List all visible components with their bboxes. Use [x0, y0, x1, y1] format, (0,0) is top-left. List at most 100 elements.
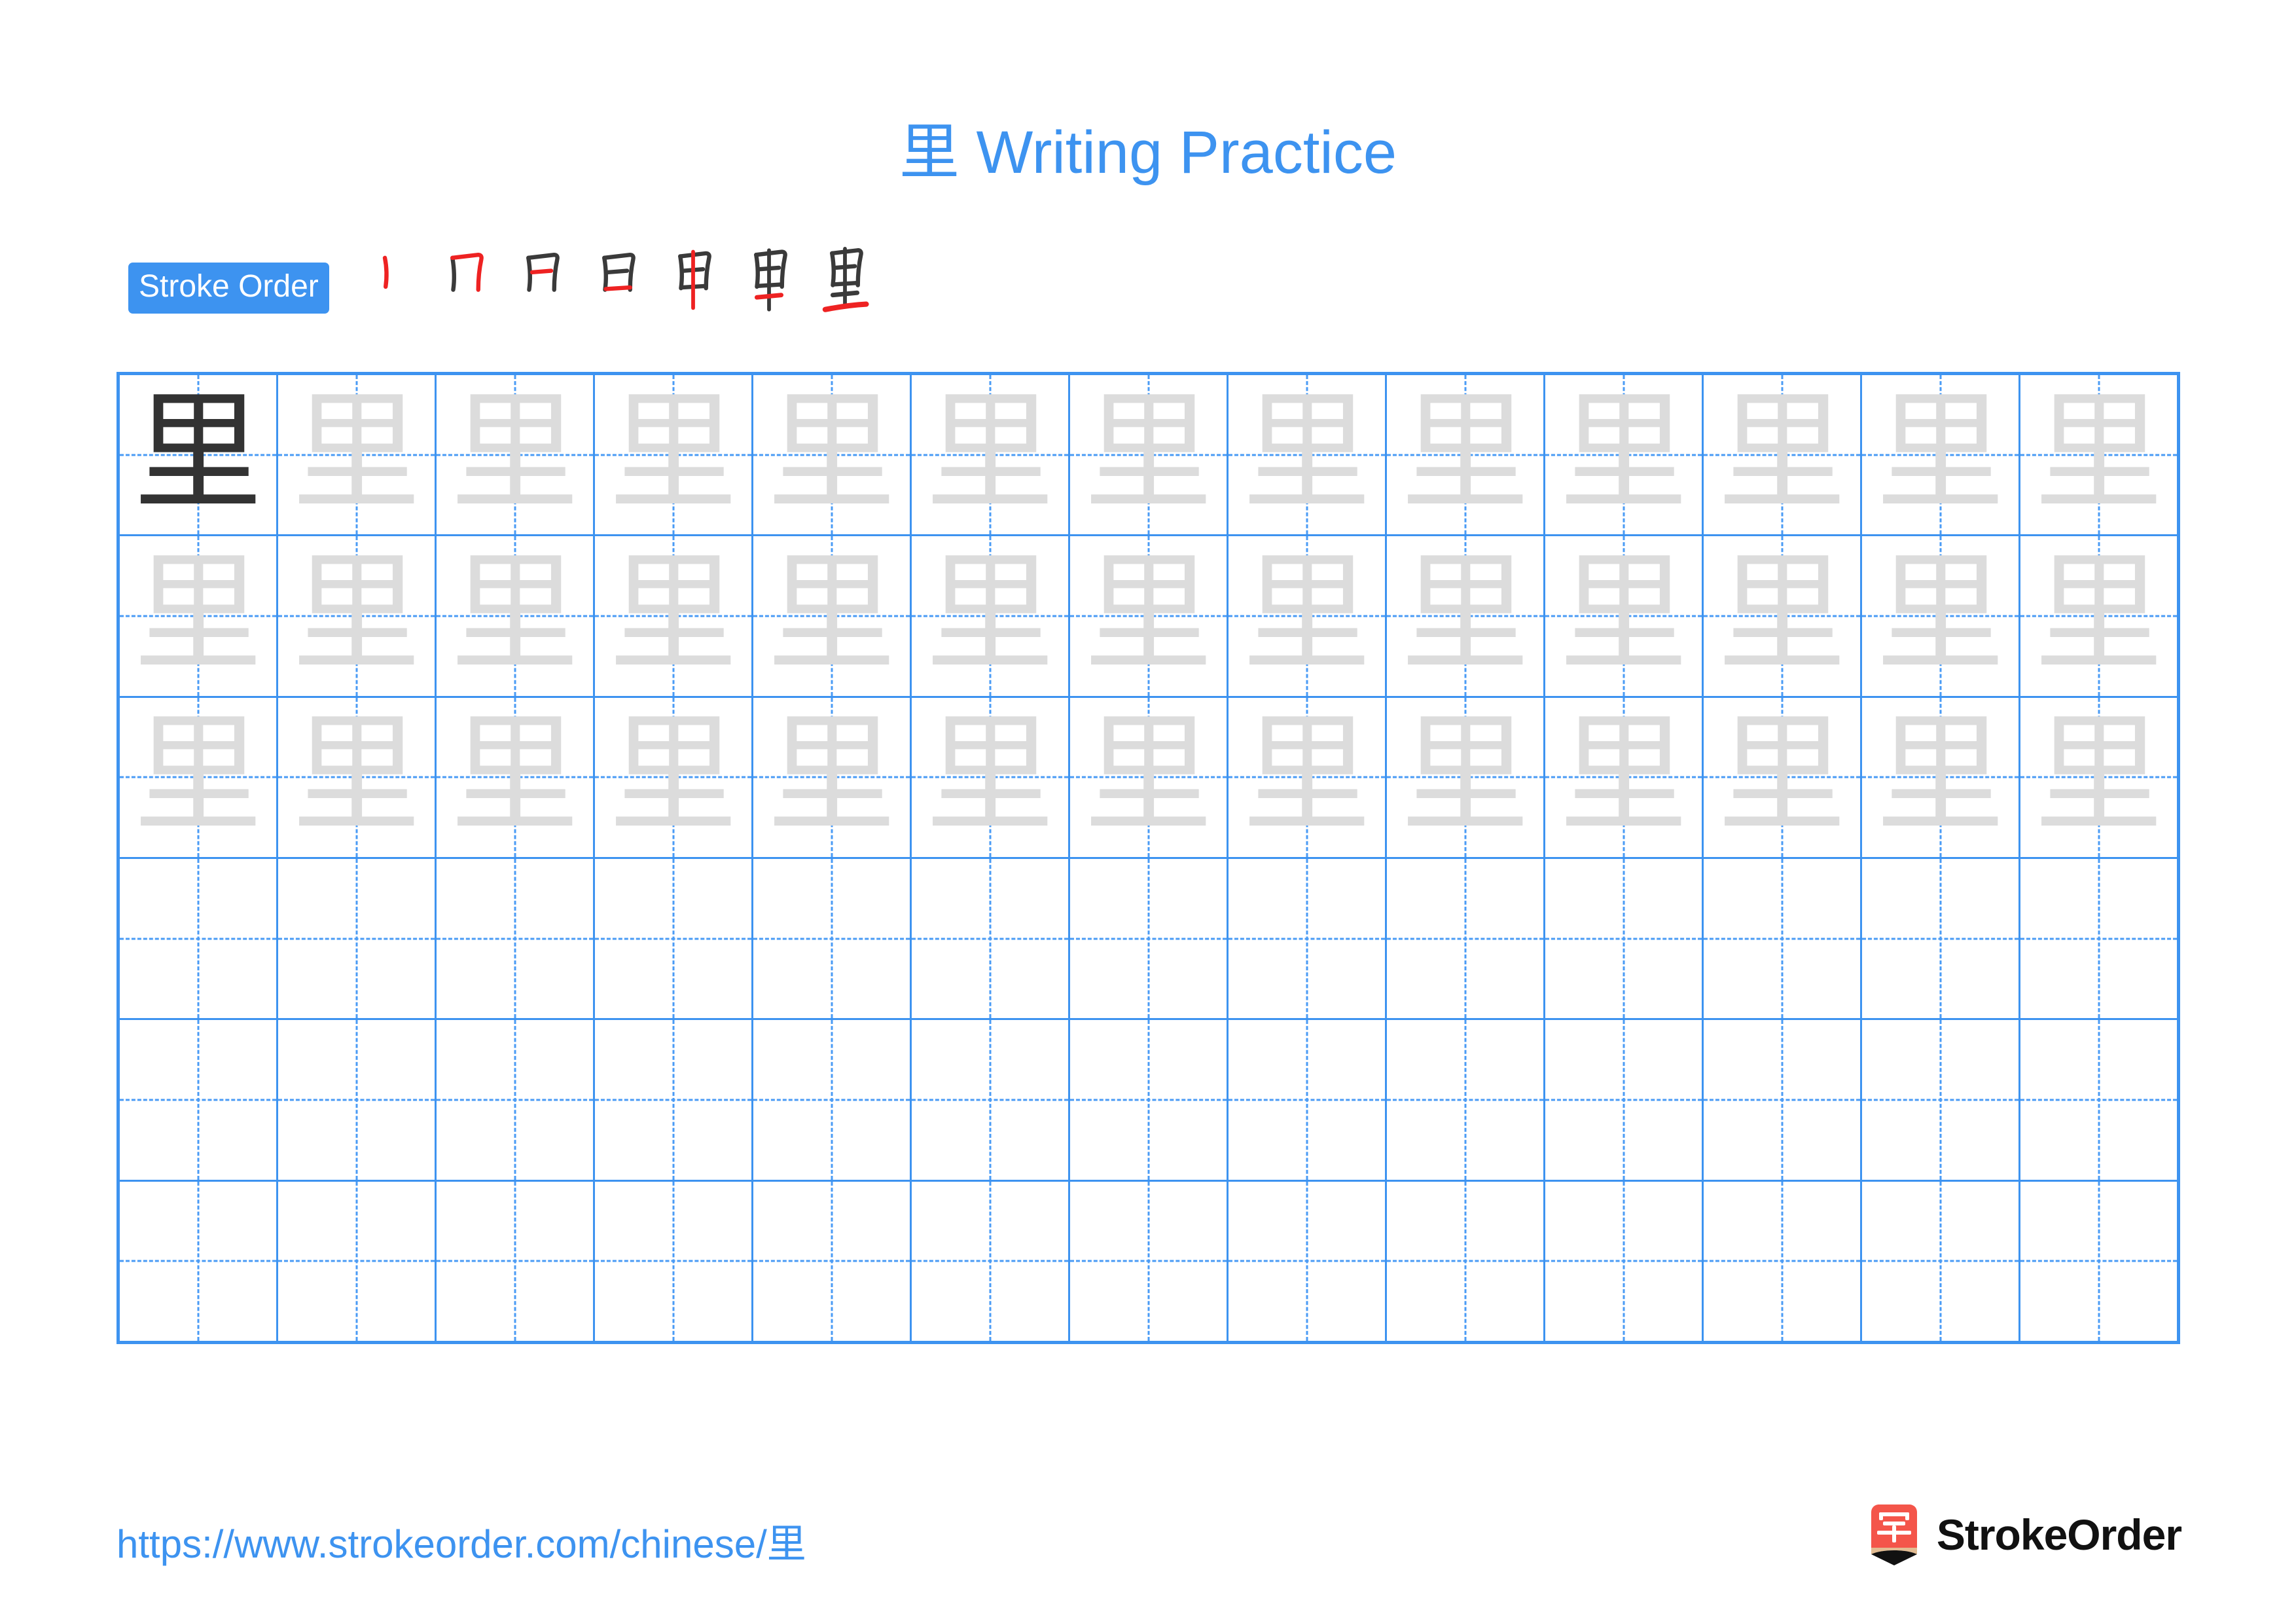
practice-cell[interactable]: 里: [753, 1181, 912, 1341]
practice-cell[interactable]: 里: [278, 1181, 437, 1341]
practice-cell[interactable]: 里: [437, 858, 595, 1019]
practice-cell[interactable]: 里: [2020, 859, 2177, 1018]
practice-cell[interactable]: 里: [1387, 536, 1545, 696]
practice-cell[interactable]: 里: [2020, 1182, 2177, 1341]
practice-cell[interactable]: 里: [1229, 375, 1387, 535]
empty-cell: 里: [753, 1020, 910, 1179]
practice-cell[interactable]: 里: [595, 375, 753, 535]
practice-cell[interactable]: 里: [753, 697, 912, 857]
practice-cell[interactable]: 里: [1387, 375, 1545, 535]
practice-cell[interactable]: 里: [278, 1020, 437, 1180]
practice-cell[interactable]: 里: [1387, 1020, 1545, 1180]
practice-cell[interactable]: 里: [1862, 1020, 2020, 1180]
trace-character: 里: [134, 539, 262, 689]
practice-cell[interactable]: 里: [1070, 375, 1229, 535]
practice-cell[interactable]: 里: [1229, 536, 1387, 696]
practice-cell[interactable]: 里: [120, 536, 278, 696]
practice-cell[interactable]: 里: [437, 697, 595, 857]
empty-cell: 里: [1545, 859, 1702, 1018]
practice-cell[interactable]: 里: [912, 536, 1070, 696]
practice-cell[interactable]: 里: [1070, 1181, 1229, 1341]
practice-cell[interactable]: 里: [753, 858, 912, 1019]
practice-cell[interactable]: 里: [912, 375, 1070, 535]
practice-cell[interactable]: 里: [1545, 697, 1704, 857]
practice-cell[interactable]: 里: [1704, 858, 1862, 1019]
practice-cell[interactable]: 里: [595, 536, 753, 696]
stroke-step-1: [351, 240, 427, 316]
practice-cell[interactable]: 里: [437, 1181, 595, 1341]
practice-cell[interactable]: 里: [1070, 858, 1229, 1019]
practice-cell[interactable]: 里: [1545, 536, 1704, 696]
practice-grid-row: 里里里里里里里里里里里里里: [120, 1020, 2177, 1182]
stroke-order-badge: Stroke Order: [128, 263, 329, 314]
practice-cell[interactable]: 里: [437, 536, 595, 696]
practice-cell[interactable]: 里: [120, 1020, 278, 1180]
model-character: 里: [134, 378, 262, 528]
practice-cell[interactable]: 里: [1387, 697, 1545, 857]
practice-cell[interactable]: 里: [2020, 1020, 2177, 1179]
practice-cell[interactable]: 里: [595, 697, 753, 857]
practice-cell[interactable]: 里: [2020, 698, 2177, 857]
source-url-link[interactable]: https://www.strokeorder.com/chinese/里: [117, 1512, 806, 1569]
practice-cell[interactable]: 里: [1704, 697, 1862, 857]
practice-cell[interactable]: 里: [1862, 375, 2020, 535]
practice-cell[interactable]: 里: [1704, 536, 1862, 696]
practice-cell[interactable]: 里: [1229, 858, 1387, 1019]
practice-cell[interactable]: 里: [912, 1020, 1070, 1180]
practice-cell[interactable]: 里: [1862, 858, 2020, 1019]
practice-cell[interactable]: 里: [1545, 375, 1704, 535]
strokeorder-pencil-icon: [1866, 1503, 1922, 1566]
practice-cell[interactable]: 里: [1545, 858, 1704, 1019]
practice-cell[interactable]: 里: [278, 536, 437, 696]
practice-cell[interactable]: 里: [1862, 536, 2020, 696]
practice-cell[interactable]: 里: [1545, 1020, 1704, 1180]
practice-cell[interactable]: 里: [1862, 697, 2020, 857]
practice-cell[interactable]: 里: [2020, 375, 2177, 534]
practice-cell[interactable]: 里: [2020, 536, 2177, 695]
practice-cell[interactable]: 里: [120, 375, 278, 535]
practice-cell[interactable]: 里: [1704, 1181, 1862, 1341]
practice-cell[interactable]: 里: [1070, 1020, 1229, 1180]
trace-character: 里: [925, 539, 1054, 689]
practice-cell[interactable]: 里: [1862, 1181, 2020, 1341]
practice-cell[interactable]: 里: [278, 375, 437, 535]
practice-cell[interactable]: 里: [1545, 1181, 1704, 1341]
trace-character: 里: [1717, 539, 1846, 689]
trace-character: 里: [1242, 378, 1371, 528]
practice-cell[interactable]: 里: [1229, 697, 1387, 857]
trace-character: 里: [1876, 701, 2005, 850]
practice-cell[interactable]: 里: [120, 697, 278, 857]
empty-cell: 里: [1862, 1020, 2018, 1179]
trace-character: 里: [1559, 539, 1688, 689]
trace-character: 里: [925, 378, 1054, 528]
practice-cell[interactable]: 里: [1229, 1020, 1387, 1180]
practice-cell[interactable]: 里: [912, 858, 1070, 1019]
practice-cell[interactable]: 里: [278, 858, 437, 1019]
practice-cell[interactable]: 里: [753, 1020, 912, 1180]
practice-cell[interactable]: 里: [912, 1181, 1070, 1341]
practice-cell[interactable]: 里: [595, 858, 753, 1019]
empty-cell: 里: [437, 859, 593, 1018]
empty-cell: 里: [595, 1182, 751, 1341]
practice-cell[interactable]: 里: [912, 697, 1070, 857]
practice-cell[interactable]: 里: [753, 536, 912, 696]
practice-cell[interactable]: 里: [1229, 1181, 1387, 1341]
practice-cell[interactable]: 里: [437, 1020, 595, 1180]
empty-cell: 里: [437, 1182, 593, 1341]
practice-cell[interactable]: 里: [1070, 697, 1229, 857]
practice-cell[interactable]: 里: [1387, 858, 1545, 1019]
practice-cell[interactable]: 里: [278, 697, 437, 857]
trace-character: 里: [609, 701, 738, 850]
practice-cell[interactable]: 里: [1704, 1020, 1862, 1180]
practice-cell[interactable]: 里: [120, 1181, 278, 1341]
practice-cell[interactable]: 里: [595, 1181, 753, 1341]
practice-cell[interactable]: 里: [437, 375, 595, 535]
practice-cell[interactable]: 里: [120, 858, 278, 1019]
practice-cell[interactable]: 里: [595, 1020, 753, 1180]
empty-cell: 里: [595, 1020, 751, 1179]
empty-cell: 里: [2020, 859, 2177, 1018]
practice-cell[interactable]: 里: [1070, 536, 1229, 696]
practice-cell[interactable]: 里: [1704, 375, 1862, 535]
practice-cell[interactable]: 里: [1387, 1181, 1545, 1341]
practice-cell[interactable]: 里: [753, 375, 912, 535]
